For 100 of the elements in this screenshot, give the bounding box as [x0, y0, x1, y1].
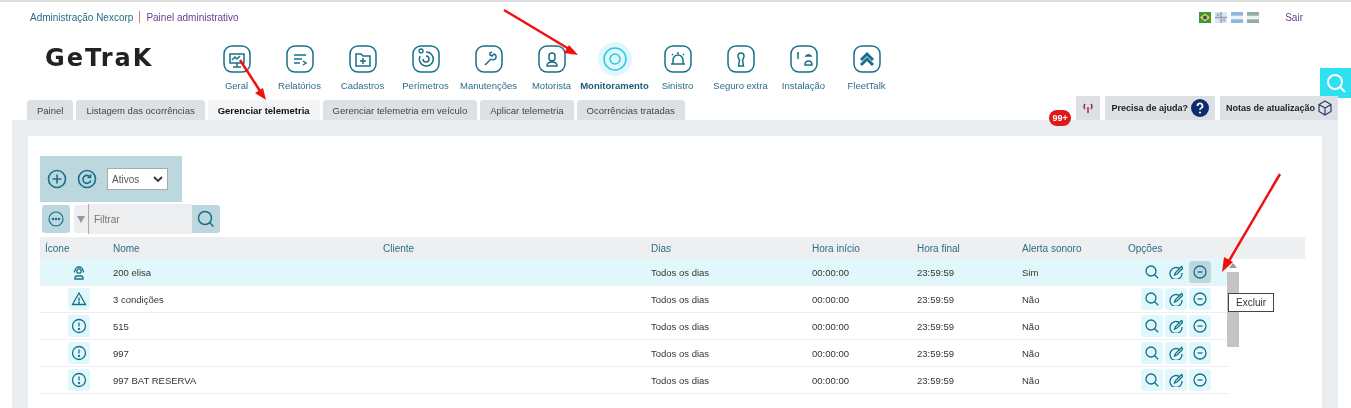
- column-header: Ícone: [44, 242, 71, 254]
- keyhole-icon[interactable]: [725, 44, 756, 74]
- edit-icon: [1169, 319, 1183, 333]
- delete-button[interactable]: [1189, 261, 1211, 283]
- chevron-up-icon[interactable]: [851, 44, 882, 74]
- column-header: Dias: [651, 242, 672, 254]
- selected-row[interactable]: 200 elisa Todos os dias 00:00:00 23:59:59 Sim: [40, 259, 1228, 286]
- release-notes-button[interactable]: Notas de atualização: [1219, 96, 1338, 120]
- tab[interactable]: Aplicar telemetria: [480, 100, 574, 120]
- document-icon[interactable]: [284, 44, 315, 74]
- edit-icon: [1169, 373, 1183, 387]
- table-cell-text: Todos os dias: [651, 293, 711, 305]
- triangle-down-icon: [77, 215, 85, 223]
- table-cell-text: Todos os dias: [651, 320, 711, 332]
- tab[interactable]: Ocorrências tratadas: [576, 100, 685, 120]
- logout-link[interactable]: Sair: [1285, 11, 1303, 23]
- column-header: Opções: [1128, 242, 1164, 254]
- delete-button[interactable]: [1189, 315, 1211, 337]
- table-cell-text: 00:00:00: [812, 293, 850, 305]
- table-row[interactable]: 997 BAT RESERVA Todos os dias 00:00:00 23:59:59 Não: [40, 367, 1228, 394]
- nav-link[interactable]: Seguro extra: [713, 80, 768, 91]
- table-cell-text: Não: [1022, 293, 1041, 305]
- status-select[interactable]: Ativos: [107, 168, 169, 190]
- delete-button[interactable]: [1189, 342, 1211, 364]
- table-row[interactable]: 997 Todos os dias 00:00:00 23:59:59 Não: [40, 340, 1228, 367]
- table-cell-text: 23:59:59: [917, 266, 955, 278]
- table-cell-text: 00:00:00: [812, 266, 850, 278]
- table-cell-text: 23:59:59: [917, 293, 955, 305]
- table-cell-text: Não: [1022, 374, 1041, 386]
- table-row[interactable]: 515 Todos os dias 00:00:00 23:59:59 Não: [40, 313, 1228, 340]
- search-icon: [1145, 319, 1159, 333]
- alert-icon: [68, 369, 90, 391]
- alert-icon: [68, 315, 90, 337]
- nav-link[interactable]: Geral: [224, 80, 249, 91]
- admin-panel-link[interactable]: Painel administrativo: [146, 11, 239, 23]
- tab[interactable]: Gerenciar telemetria: [207, 100, 320, 120]
- column-header: Nome: [113, 242, 141, 254]
- edit-icon: [1169, 265, 1183, 279]
- edit-button[interactable]: [1165, 315, 1187, 337]
- table-cell-text: 23:59:59: [917, 320, 955, 332]
- nav-link[interactable]: Cadastros: [340, 80, 385, 91]
- view-button[interactable]: [1141, 315, 1163, 337]
- notifications-button[interactable]: [1076, 96, 1101, 120]
- table-cell-text: Não: [1022, 347, 1041, 359]
- delete-button[interactable]: [1189, 288, 1211, 310]
- alert-icon: [68, 342, 90, 364]
- nav-link[interactable]: Instalação: [781, 80, 826, 91]
- nav-link[interactable]: Monitoramento: [580, 80, 649, 91]
- table-cell-text: 200 elisa: [113, 266, 153, 278]
- search-icon: [1145, 292, 1159, 306]
- table-cell-text: 997: [113, 347, 130, 359]
- filter-field[interactable]: Filtrar: [88, 204, 192, 234]
- flag-icon[interactable]: [1199, 11, 1212, 23]
- refresh-button[interactable]: [77, 169, 97, 189]
- siren-icon[interactable]: [662, 44, 693, 74]
- more-button[interactable]: [42, 205, 70, 233]
- tab[interactable]: Painel: [27, 100, 74, 120]
- edit-icon: [1169, 346, 1183, 360]
- search-icon: [1145, 265, 1159, 279]
- person-icon[interactable]: [536, 44, 567, 74]
- target-icon[interactable]: [410, 44, 441, 74]
- folder-icon[interactable]: [347, 44, 378, 74]
- refresh-icon: [77, 169, 97, 189]
- search-icon: [1145, 373, 1159, 387]
- filter-search-button[interactable]: [192, 205, 220, 233]
- table-cell-text: 00:00:00: [812, 320, 850, 332]
- minus-circle-icon: [1193, 319, 1207, 333]
- scroll-up-icon[interactable]: [1229, 263, 1237, 268]
- table-cell-text: Todos os dias: [651, 266, 711, 278]
- company-link[interactable]: Administração Nexcorp: [30, 11, 134, 23]
- table-cell-text: 23:59:59: [917, 374, 955, 386]
- edit-button[interactable]: [1165, 342, 1187, 364]
- nav-link[interactable]: Motorista: [531, 80, 572, 91]
- nav-link[interactable]: Perímetros: [402, 80, 449, 91]
- add-button[interactable]: [47, 169, 67, 189]
- table-cell-text: Sim: [1022, 266, 1040, 278]
- tab[interactable]: Listagem das ocorrências: [76, 100, 205, 120]
- nav-link[interactable]: Relatórios: [278, 80, 321, 91]
- tab[interactable]: Gerenciar telemetria em veículo: [322, 100, 478, 120]
- nav-link[interactable]: FleetTalk: [847, 80, 886, 91]
- chevron-down-icon: [153, 175, 164, 183]
- nav-link[interactable]: Sinistro: [661, 80, 694, 91]
- minus-circle-icon: [1193, 346, 1207, 360]
- edit-button[interactable]: [1165, 369, 1187, 391]
- monitor-icon[interactable]: [221, 44, 252, 74]
- view-button[interactable]: [1141, 369, 1163, 391]
- view-button[interactable]: [1141, 342, 1163, 364]
- edit-button[interactable]: [1165, 288, 1187, 310]
- minus-circle-icon: [1193, 265, 1207, 279]
- view-button[interactable]: [1141, 288, 1163, 310]
- delete-button[interactable]: [1189, 369, 1211, 391]
- table-row[interactable]: 3 condições Todos os dias 00:00:00 23:59:59 Não: [40, 286, 1228, 313]
- question-icon: [1190, 99, 1209, 117]
- tooltip: Excluir: [1228, 293, 1274, 312]
- search-icon: [197, 210, 215, 228]
- nav-link[interactable]: Manutenções: [459, 80, 517, 91]
- wrench-icon[interactable]: [473, 44, 504, 74]
- table-cell-text: Todos os dias: [651, 347, 711, 359]
- help-button[interactable]: Precisa de ajuda?: [1105, 96, 1215, 120]
- table-cell-text: Não: [1022, 320, 1041, 332]
